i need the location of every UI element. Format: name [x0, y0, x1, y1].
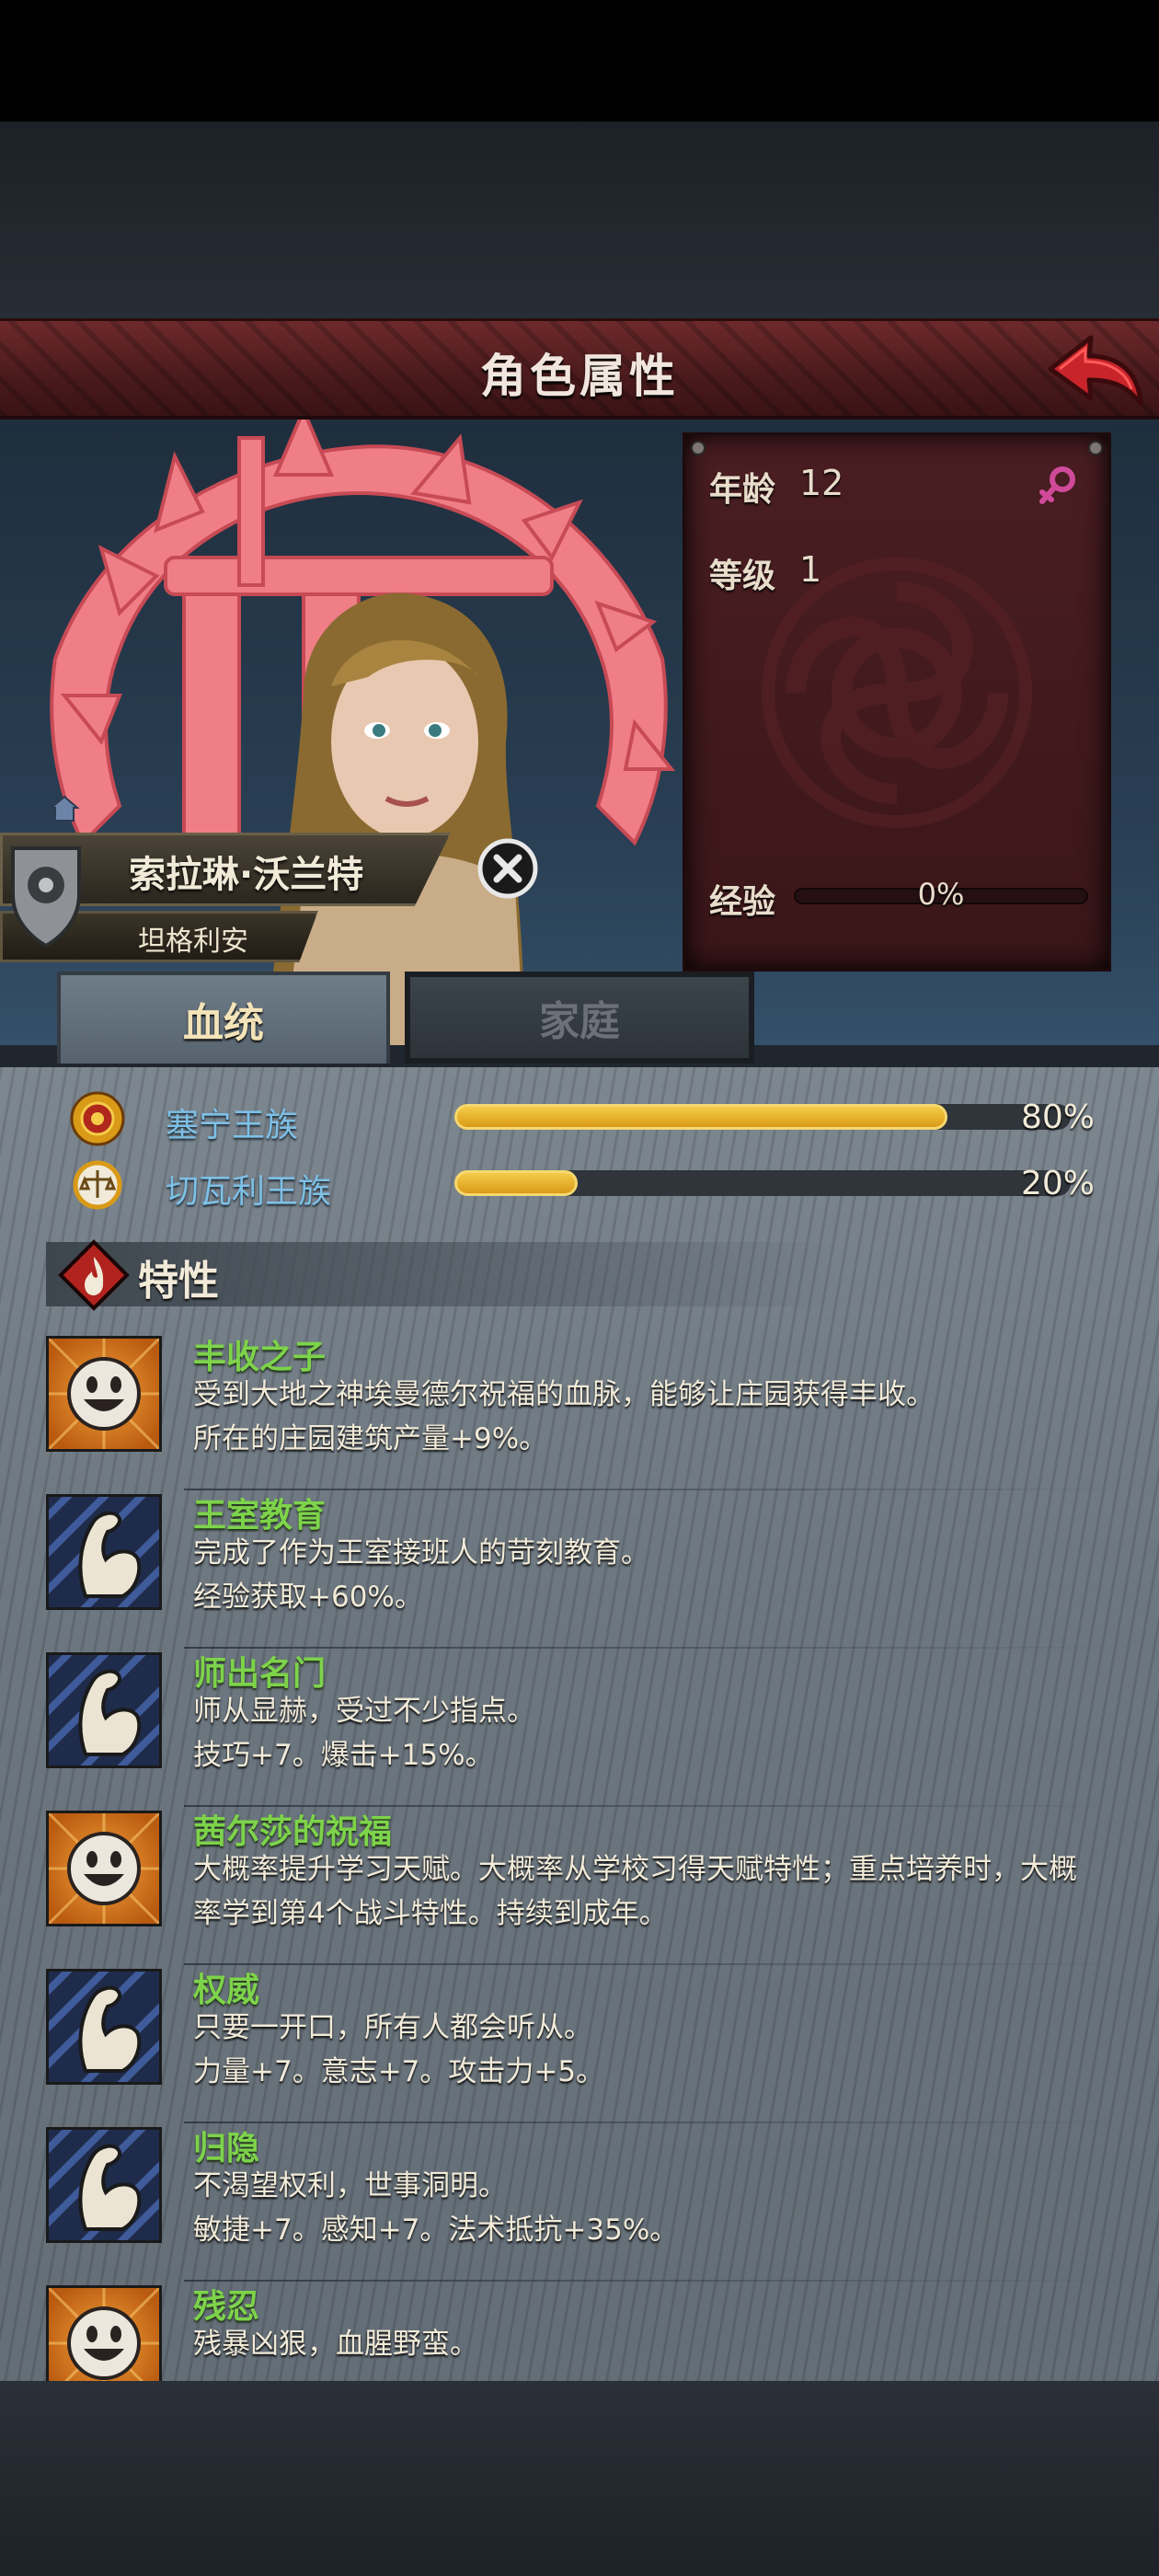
celtic-knot-icon	[762, 558, 1032, 828]
level-value: 1	[799, 549, 822, 590]
trait-description: 大概率提升学习天赋。大概率从学校习得天赋特性；重点培养时，大概 率学到第4个战斗特…	[193, 1847, 1113, 1936]
trait-description: 不渴望权利，世事洞明。敏捷+7。感知+7。法术抵抗+35%。	[193, 2164, 1113, 2252]
trait-desc-line: 经验获取+60%。	[193, 1581, 423, 1614]
trait-desc-line: 大概率提升学习天赋。大概率从学校习得天赋特性；重点培养时，大概	[193, 1853, 1077, 1886]
scales-crest-icon	[73, 1160, 122, 1210]
trait-name: 丰收之子	[193, 1339, 327, 1376]
trait-name: 残忍	[193, 2288, 260, 2326]
trait-divider	[184, 2280, 1131, 2282]
status-bar-area	[0, 0, 1159, 121]
back-arrow-icon[interactable]	[1043, 332, 1146, 411]
trait-item: 茜尔莎的祝福 大概率提升学习天赋。大概率从学校习得天赋特性；重点培养时，大概 率学到…	[46, 1811, 1131, 1965]
character-family: 坦格利安	[138, 926, 248, 958]
lineage-name: 切瓦利王族	[166, 1173, 332, 1211]
trait-item: 师出名门 师从显赫，受过不少指点。 技巧+7。爆击+15%。	[28, 1634, 1131, 1807]
trait-desc-line: 不渴望权利，世事洞明。	[193, 2169, 507, 2202]
trait-item: 王室教育 完成了作为王室接班人的苛刻教育。 经验获取+60%。	[28, 1476, 1131, 1649]
trait-divider	[184, 1963, 1131, 1965]
rivet	[691, 441, 706, 455]
trait-name: 权威	[193, 1972, 260, 2009]
lineage-bar	[454, 1170, 1071, 1196]
trait-desc-line: 师从显赫，受过不少指点。	[193, 1695, 535, 1728]
trait-desc-line: 所在的庄园建筑产量+9%。	[193, 1422, 548, 1455]
muscle-arm-icon	[28, 1634, 180, 1787]
header-bar: 角色属性	[0, 318, 1159, 420]
lineage-percent: 20%	[1021, 1165, 1096, 1202]
trait-desc-line: 技巧+7。爆击+15%。	[193, 1739, 494, 1772]
home-icon	[49, 795, 80, 822]
bottom-area	[0, 2381, 1159, 2576]
lineage-bar	[454, 1104, 1071, 1130]
level-label: 等级	[709, 558, 776, 595]
age-value: 12	[799, 463, 844, 503]
tab-lineage[interactable]: 血统	[57, 972, 390, 1064]
character-name: 索拉琳·沃兰特	[129, 854, 364, 896]
trait-description: 师从显赫，受过不少指点。 技巧+7。爆击+15%。	[193, 1689, 1113, 1777]
rivet	[1088, 441, 1103, 455]
lineage-fill	[454, 1104, 947, 1130]
trait-divider	[184, 1647, 1131, 1649]
fire-diamond-icon	[58, 1239, 130, 1311]
trait-name: 师出名门	[193, 1655, 327, 1693]
stats-panel: 年龄 12 等级 1 经验 0%	[683, 432, 1111, 972]
lineage-percent: 80%	[1021, 1098, 1096, 1136]
lineage-row: 切瓦利王族 20%	[64, 1157, 1113, 1213]
top-backdrop	[0, 121, 1159, 318]
exp-value: 0%	[917, 877, 965, 912]
trait-item: 丰收之子 受到大地之神埃曼德尔祝福的血脉，能够让庄园获得丰收。 所在的庄园建筑产量+…	[46, 1336, 1131, 1490]
smiley-icon	[46, 1336, 162, 1452]
trait-item: 归隐 不渴望权利，世事洞明。敏捷+7。感知+7。法术抵抗+35%。	[28, 2109, 1131, 2282]
trait-desc-line: 敏捷+7。感知+7。法术抵抗+35%。	[193, 2214, 679, 2247]
lineage-name: 塞宁王族	[166, 1107, 299, 1144]
age-label: 年龄	[709, 471, 776, 509]
trait-item: 权威 只要一开口，所有人都会听从。 力量+7。意志+7。攻击力+5。	[28, 1950, 1131, 2123]
smiley-icon	[46, 2285, 162, 2381]
trait-desc-line: 力量+7。意志+7。攻击力+5。	[193, 2055, 605, 2088]
trait-name: 王室教育	[193, 1497, 327, 1535]
family-crest-icon	[11, 846, 81, 948]
trait-desc-line: 只要一开口，所有人都会听从。	[193, 2011, 592, 2044]
trait-description: 受到大地之神埃曼德尔祝福的血脉，能够让庄园获得丰收。 所在的庄园建筑产量+9%。	[193, 1373, 1113, 1461]
muscle-arm-icon	[28, 1950, 180, 2103]
trait-item: 残忍 残暴凶狠，血腥野蛮。	[46, 2285, 1131, 2381]
trait-description: 完成了作为王室接班人的苛刻教育。 经验获取+60%。	[193, 1531, 1113, 1619]
female-gender-icon	[1039, 466, 1075, 504]
close-icon[interactable]	[476, 837, 539, 900]
tab-family[interactable]: 家庭	[405, 972, 754, 1064]
trait-description: 残暴凶狠，血腥野蛮。	[193, 2322, 1113, 2366]
trait-divider	[184, 1489, 1131, 1490]
lineage-row: 塞宁王族 80%	[64, 1091, 1113, 1146]
exp-label: 经验	[709, 883, 776, 921]
traits-title: 特性	[138, 1258, 219, 1305]
muscle-arm-icon	[28, 2109, 180, 2261]
trait-desc-line: 率学到第4个战斗特性。持续到成年。	[193, 1897, 668, 1930]
trait-desc-line: 完成了作为王室接班人的苛刻教育。	[193, 1536, 649, 1570]
trait-desc-line: 残暴凶狠，血腥野蛮。	[193, 2328, 478, 2361]
smiley-icon	[46, 1811, 162, 1926]
lineage-fill	[454, 1170, 578, 1196]
sun-crest-icon	[70, 1091, 125, 1146]
lineage-panel: 塞宁王族 80% 切瓦利王族 20% 特性 丰收之子 受到大地之神埃曼德尔祝福的血…	[0, 1067, 1159, 2381]
trait-divider	[184, 2122, 1131, 2123]
trait-desc-line: 受到大地之神埃曼德尔祝福的血脉，能够让庄园获得丰收。	[193, 1378, 935, 1411]
trait-name: 归隐	[193, 2130, 260, 2168]
trait-description: 只要一开口，所有人都会听从。 力量+7。意志+7。攻击力+5。	[193, 2006, 1113, 2094]
muscle-arm-icon	[28, 1476, 180, 1628]
trait-name: 茜尔莎的祝福	[193, 1813, 393, 1851]
page-title: 角色属性	[480, 350, 679, 403]
